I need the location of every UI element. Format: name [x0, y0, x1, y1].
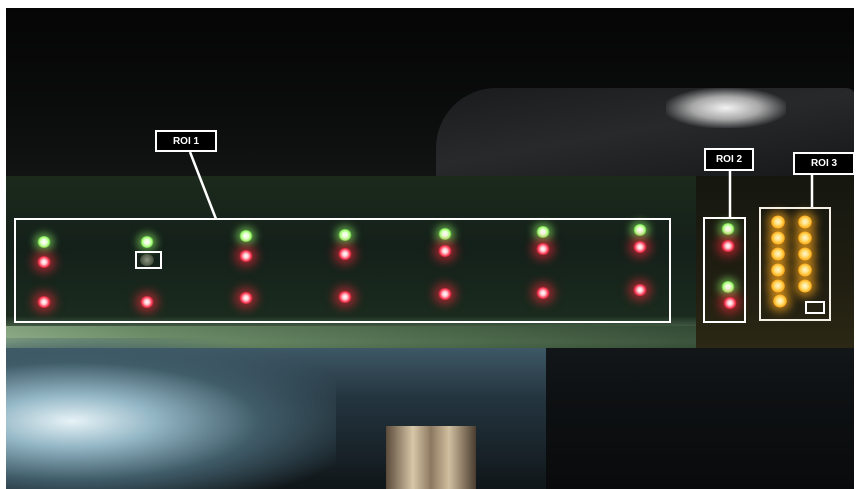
roi-1-box [14, 218, 671, 323]
roi-3-marker [805, 301, 825, 314]
roi-2-label: ROI 2 [704, 148, 754, 171]
shadow-area [546, 348, 854, 489]
roi-3-label: ROI 3 [793, 152, 855, 175]
roi-2-box [703, 217, 746, 323]
roi-1-marker [135, 251, 162, 269]
connector [386, 426, 476, 489]
light-reflection [6, 338, 336, 489]
roi-1-label: ROI 1 [155, 130, 217, 152]
light-glare [666, 88, 786, 128]
